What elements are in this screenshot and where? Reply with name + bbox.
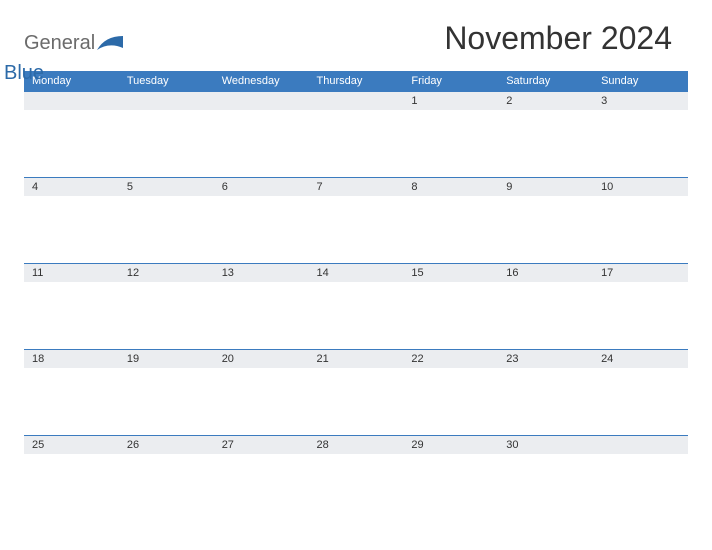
day-cell: 9: [498, 178, 593, 264]
day-cell: 22: [403, 350, 498, 436]
day-cell: 1: [403, 92, 498, 178]
day-cell: 15: [403, 264, 498, 350]
day-cell: 25: [24, 436, 119, 522]
date-number: [593, 436, 688, 454]
day-cell: 29: [403, 436, 498, 522]
calendar-body: 1 2 3 4 5 6 7 8 9 10 11 12 13 14 15 16 1…: [24, 92, 688, 522]
day-cell: 11: [24, 264, 119, 350]
day-cell: 16: [498, 264, 593, 350]
day-header-thu: Thursday: [309, 71, 404, 92]
day-cell: 5: [119, 178, 214, 264]
date-number: 12: [119, 264, 214, 282]
date-number: 6: [214, 178, 309, 196]
day-cell: [214, 92, 309, 178]
date-number: 15: [403, 264, 498, 282]
day-header-tue: Tuesday: [119, 71, 214, 92]
calendar-title: November 2024: [444, 20, 688, 57]
date-number: 24: [593, 350, 688, 368]
brand-word-1: General: [24, 32, 95, 55]
date-number: 29: [403, 436, 498, 454]
date-number: 7: [309, 178, 404, 196]
day-cell: 27: [214, 436, 309, 522]
day-cell: 26: [119, 436, 214, 522]
day-cell: 3: [593, 92, 688, 178]
brand-swoosh-icon: [95, 34, 125, 57]
header: General Blue November 2024: [24, 20, 688, 57]
date-number: 16: [498, 264, 593, 282]
date-number: 8: [403, 178, 498, 196]
day-cell: 18: [24, 350, 119, 436]
date-number: 20: [214, 350, 309, 368]
day-header-row: Monday Tuesday Wednesday Thursday Friday…: [24, 71, 688, 92]
date-number: 26: [119, 436, 214, 454]
date-number: 11: [24, 264, 119, 282]
day-cell: 12: [119, 264, 214, 350]
day-cell: 4: [24, 178, 119, 264]
day-cell: 8: [403, 178, 498, 264]
day-cell: 20: [214, 350, 309, 436]
day-cell: 14: [309, 264, 404, 350]
date-number: [24, 92, 119, 110]
calendar-grid: Monday Tuesday Wednesday Thursday Friday…: [24, 71, 688, 522]
date-number: 30: [498, 436, 593, 454]
day-cell: 28: [309, 436, 404, 522]
date-number: 27: [214, 436, 309, 454]
week-row: 25 26 27 28 29 30: [24, 436, 688, 522]
day-cell: 13: [214, 264, 309, 350]
day-header-sun: Sunday: [593, 71, 688, 92]
day-cell: 2: [498, 92, 593, 178]
day-cell: 30: [498, 436, 593, 522]
day-cell: 17: [593, 264, 688, 350]
date-number: 22: [403, 350, 498, 368]
day-cell: 23: [498, 350, 593, 436]
day-cell: [24, 92, 119, 178]
date-number: 10: [593, 178, 688, 196]
week-row: 18 19 20 21 22 23 24: [24, 350, 688, 436]
brand-word-2: Blue: [4, 62, 44, 85]
date-number: 5: [119, 178, 214, 196]
day-cell: 24: [593, 350, 688, 436]
date-number: 9: [498, 178, 593, 196]
date-number: 3: [593, 92, 688, 110]
week-row: 4 5 6 7 8 9 10: [24, 178, 688, 264]
day-header-wed: Wednesday: [214, 71, 309, 92]
day-cell: 10: [593, 178, 688, 264]
date-number: 13: [214, 264, 309, 282]
date-number: 23: [498, 350, 593, 368]
day-cell: [593, 436, 688, 522]
date-number: 21: [309, 350, 404, 368]
day-cell: [119, 92, 214, 178]
day-header-fri: Friday: [403, 71, 498, 92]
date-number: 19: [119, 350, 214, 368]
week-row: 11 12 13 14 15 16 17: [24, 264, 688, 350]
date-number: 18: [24, 350, 119, 368]
date-number: 14: [309, 264, 404, 282]
day-cell: 6: [214, 178, 309, 264]
week-row: 1 2 3: [24, 92, 688, 178]
day-cell: 19: [119, 350, 214, 436]
day-cell: 21: [309, 350, 404, 436]
date-number: [214, 92, 309, 110]
date-number: 25: [24, 436, 119, 454]
date-number: 4: [24, 178, 119, 196]
day-header-sat: Saturday: [498, 71, 593, 92]
day-cell: 7: [309, 178, 404, 264]
brand-logo: General Blue: [24, 32, 125, 57]
date-number: [119, 92, 214, 110]
day-cell: [309, 92, 404, 178]
date-number: 2: [498, 92, 593, 110]
date-number: 28: [309, 436, 404, 454]
date-number: 1: [403, 92, 498, 110]
date-number: [309, 92, 404, 110]
date-number: 17: [593, 264, 688, 282]
